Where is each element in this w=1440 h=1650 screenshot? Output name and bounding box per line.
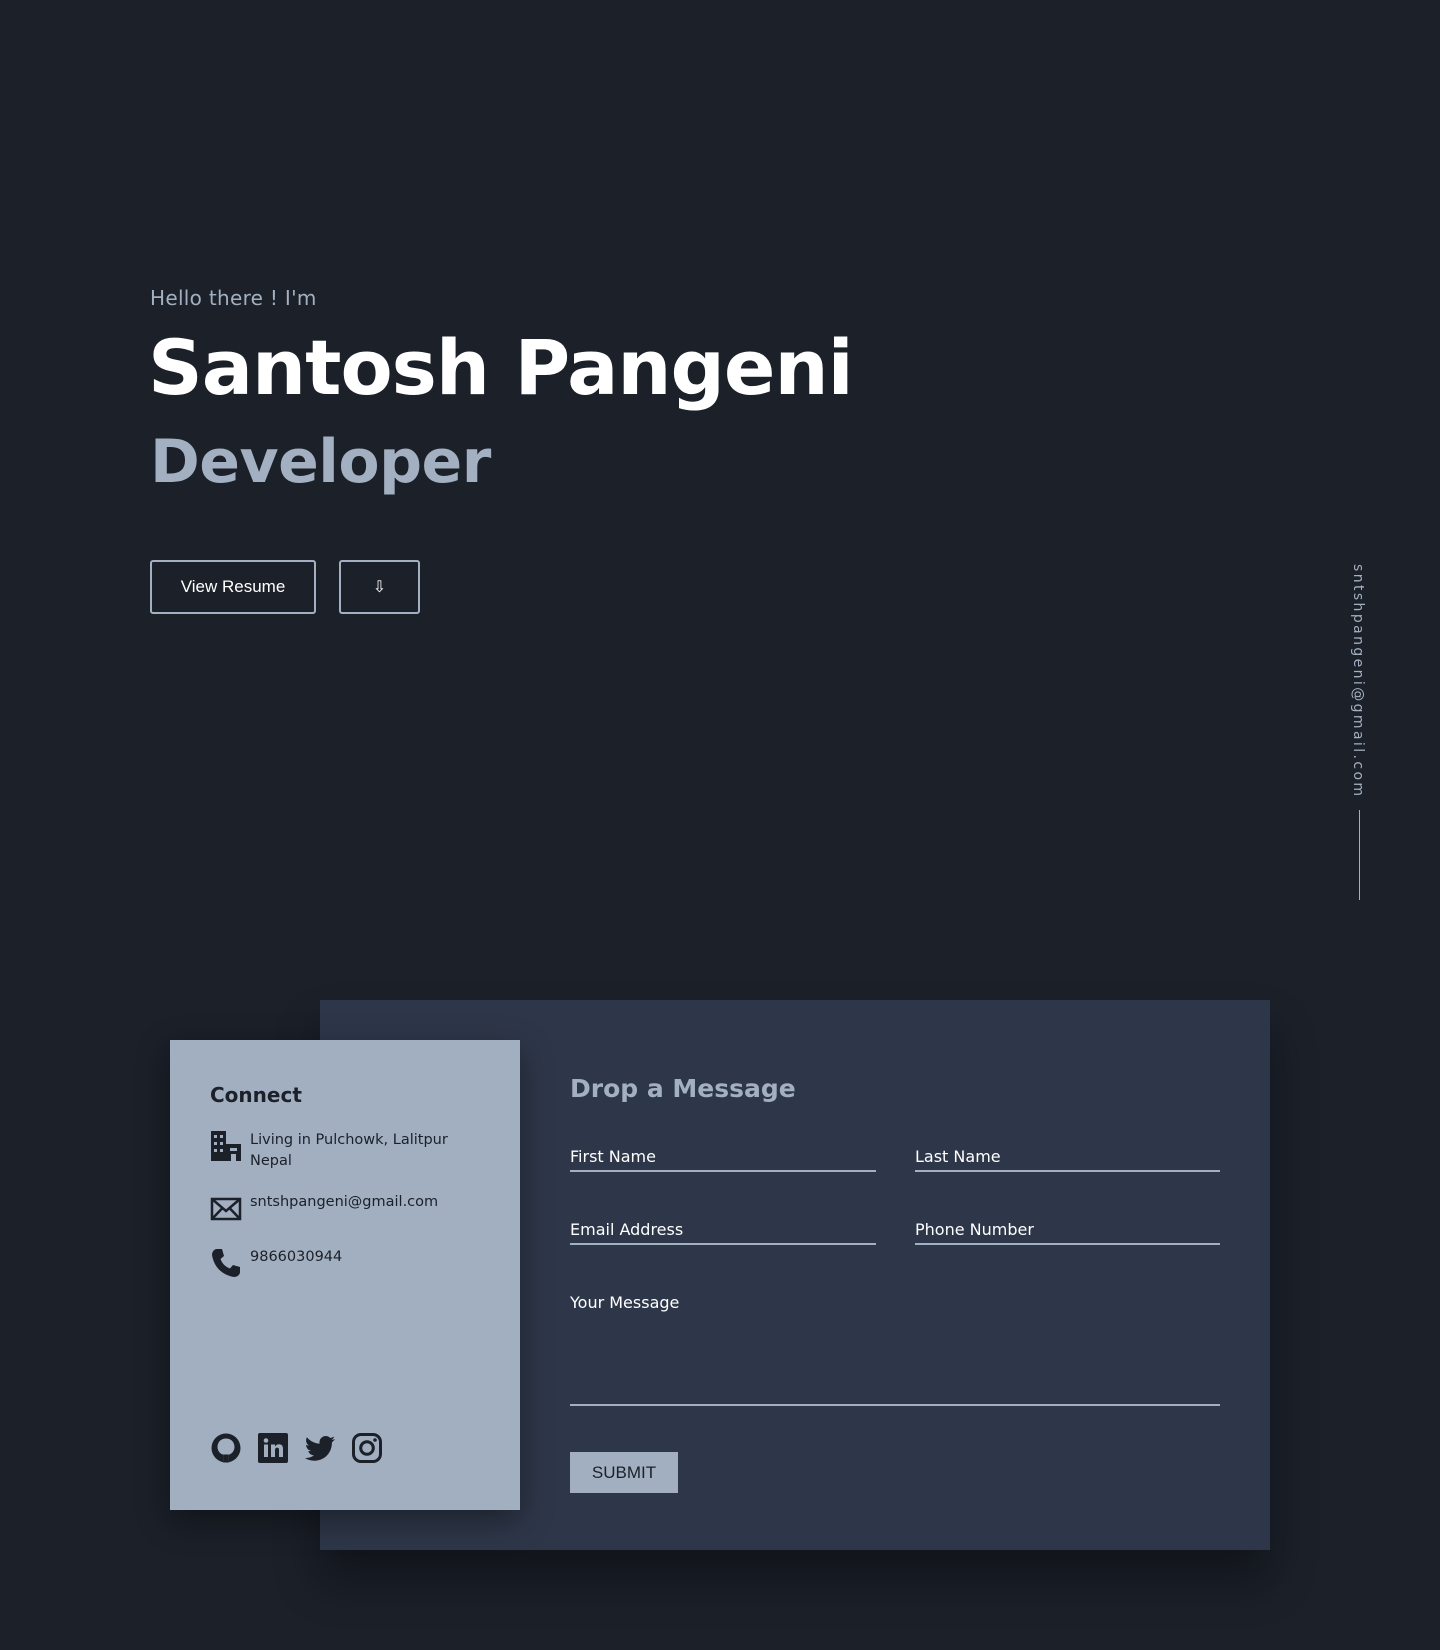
phone-number-field[interactable]: Phone Number: [915, 1209, 1220, 1245]
phone-text[interactable]: 9866030944: [250, 1247, 342, 1268]
address-row: Living in Pulchowk, Lalitpur Nepal: [210, 1130, 448, 1172]
address-text: Living in Pulchowk, Lalitpur Nepal: [250, 1130, 448, 1172]
email-address-field[interactable]: Email Address: [570, 1209, 876, 1245]
hero-role: Developer: [150, 427, 491, 497]
email-row: sntshpangeni@gmail.com: [210, 1192, 438, 1224]
twitter-icon[interactable]: [304, 1432, 336, 1464]
social-links: [210, 1432, 398, 1464]
last-name-field[interactable]: Last Name: [915, 1136, 1220, 1172]
hero-name: Santosh Pangeni: [148, 323, 854, 412]
envelope-icon: [210, 1197, 242, 1221]
phone-icon: [212, 1249, 240, 1277]
side-email-link[interactable]: sntshpangeni@gmail.com: [1350, 564, 1366, 798]
side-divider-line: [1359, 810, 1360, 900]
linkedin-icon[interactable]: [257, 1432, 289, 1464]
address-line-1: Living in Pulchowk, Lalitpur: [250, 1132, 448, 1148]
hero-greeting: Hello there ! I'm: [150, 286, 317, 310]
submit-button[interactable]: SUBMIT: [570, 1452, 678, 1493]
first-name-field[interactable]: First Name: [570, 1136, 876, 1172]
phone-row: 9866030944: [210, 1247, 342, 1279]
message-textarea[interactable]: Your Message: [570, 1293, 1220, 1406]
form-title: Drop a Message: [570, 1074, 796, 1103]
github-icon[interactable]: [210, 1432, 242, 1464]
download-resume-button[interactable]: ⇩: [339, 560, 420, 614]
view-resume-button[interactable]: View Resume: [150, 560, 316, 614]
email-text[interactable]: sntshpangeni@gmail.com: [250, 1192, 438, 1213]
page: Hello there ! I'm Santosh Pangeni Develo…: [0, 0, 1440, 1650]
connect-title: Connect: [210, 1083, 302, 1107]
address-line-2: Nepal: [250, 1153, 292, 1169]
instagram-icon[interactable]: [351, 1432, 383, 1464]
building-icon: [211, 1131, 241, 1161]
connect-card: Connect Living in Pulchowk, Lalitpur Nep…: [170, 1040, 520, 1510]
